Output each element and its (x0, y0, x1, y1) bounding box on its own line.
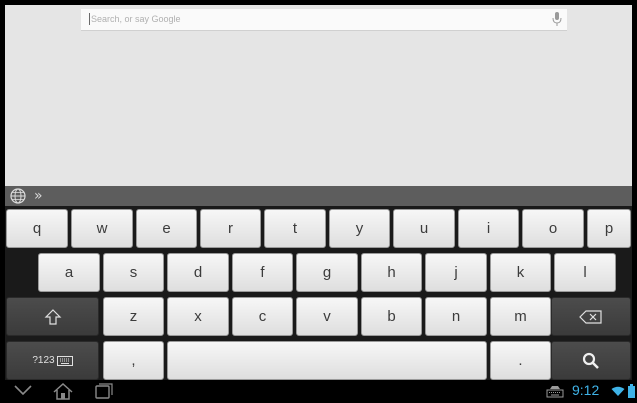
content-area (5, 5, 632, 186)
status-clock: 9:12 (572, 382, 600, 398)
key-h[interactable]: h (361, 253, 422, 292)
symbols-label: ?123 (32, 355, 55, 366)
key-q[interactable]: q (6, 209, 68, 248)
key-z[interactable]: z (103, 297, 164, 336)
backspace-key[interactable] (551, 297, 631, 336)
key-u[interactable]: u (393, 209, 455, 248)
comma-key[interactable]: , (103, 341, 164, 380)
back-icon[interactable] (13, 383, 33, 397)
key-i[interactable]: i (458, 209, 519, 248)
symbols-key[interactable]: ?123 (6, 341, 99, 380)
key-x[interactable]: x (167, 297, 229, 336)
home-icon[interactable] (52, 383, 74, 400)
key-k[interactable]: k (490, 253, 551, 292)
search-bar[interactable] (81, 9, 567, 31)
key-o[interactable]: o (522, 209, 584, 248)
key-w[interactable]: w (71, 209, 133, 248)
search-icon (582, 352, 599, 369)
key-j[interactable]: j (425, 253, 487, 292)
wifi-icon (611, 386, 625, 396)
key-v[interactable]: v (296, 297, 358, 336)
recent-apps-icon[interactable] (95, 383, 113, 399)
more-suggestions-button[interactable]: » (34, 186, 43, 206)
backspace-icon (579, 309, 602, 324)
keyboard-icon (56, 355, 73, 366)
key-y[interactable]: y (329, 209, 390, 248)
key-t[interactable]: t (264, 209, 326, 248)
text-cursor (89, 13, 90, 25)
key-e[interactable]: e (136, 209, 197, 248)
search-input[interactable] (91, 11, 531, 27)
screen: » q w e r t y u i o p a s d f g h j k l … (0, 0, 637, 403)
key-f[interactable]: f (232, 253, 293, 292)
key-b[interactable]: b (361, 297, 422, 336)
mic-icon[interactable] (551, 12, 563, 27)
key-a[interactable]: a (38, 253, 100, 292)
key-s[interactable]: s (103, 253, 164, 292)
keyboard: q w e r t y u i o p a s d f g h j k l z … (5, 206, 632, 380)
shift-key[interactable] (6, 297, 99, 336)
search-key[interactable] (551, 341, 631, 380)
key-l[interactable]: l (554, 253, 616, 292)
key-r[interactable]: r (200, 209, 261, 248)
system-navigation-bar: 9:12 (0, 380, 637, 403)
keyboard-suggestion-strip: » (5, 186, 632, 206)
ime-icon[interactable] (546, 385, 564, 398)
globe-icon[interactable] (10, 188, 26, 204)
battery-icon (628, 384, 635, 398)
key-n[interactable]: n (425, 297, 487, 336)
key-g[interactable]: g (296, 253, 358, 292)
space-key[interactable] (167, 341, 487, 380)
key-p[interactable]: p (587, 209, 631, 248)
key-m[interactable]: m (490, 297, 551, 336)
shift-icon (44, 308, 61, 325)
key-d[interactable]: d (167, 253, 229, 292)
key-c[interactable]: c (232, 297, 293, 336)
period-key[interactable]: . (490, 341, 551, 380)
